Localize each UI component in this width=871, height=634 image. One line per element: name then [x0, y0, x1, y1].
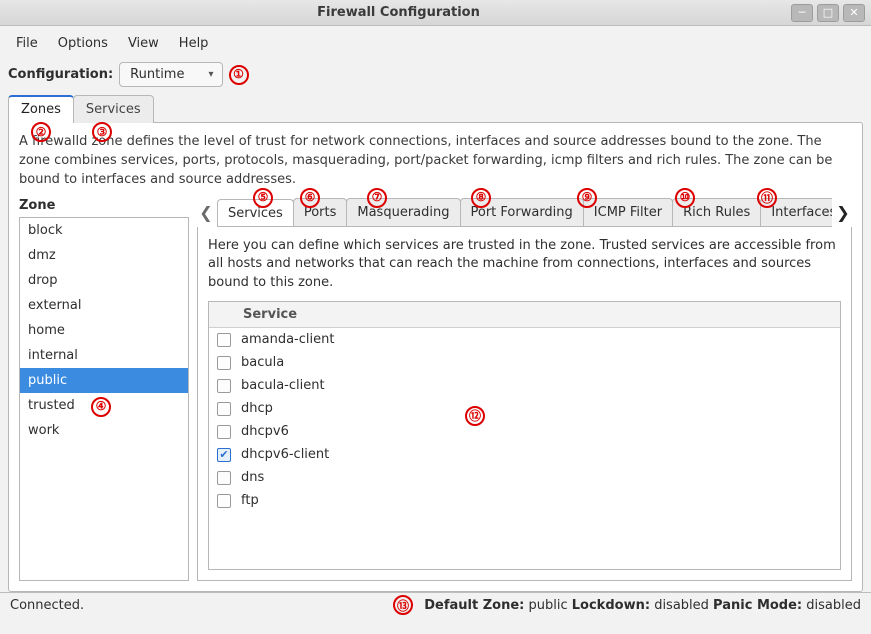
zone-item-public[interactable]: public: [20, 368, 188, 393]
scroll-right-button[interactable]: ❯: [834, 199, 852, 225]
services-column-header: Service: [209, 302, 840, 328]
configuration-row: Configuration: Runtime ▾ ①: [0, 61, 871, 95]
zones-panel: A firewalld zone defines the level of tr…: [8, 122, 863, 592]
zone-item-dmz[interactable]: dmz: [20, 243, 188, 268]
annotation-6: ⑥: [300, 188, 320, 208]
menu-options[interactable]: Options: [50, 32, 116, 55]
service-checkbox[interactable]: [217, 494, 231, 508]
zone-item-work[interactable]: work: [20, 418, 188, 443]
annotation-12: ⑫: [465, 406, 485, 426]
zone-item-internal[interactable]: internal: [20, 343, 188, 368]
service-row[interactable]: dhcpv6: [209, 420, 840, 443]
window-controls: ─ □ ✕: [791, 4, 865, 22]
inner-tab-icmp-filter[interactable]: ICMP Filter: [583, 198, 673, 226]
annotation-10: ⑩: [675, 188, 695, 208]
service-checkbox[interactable]: [217, 379, 231, 393]
annotation-5: ⑤: [253, 188, 273, 208]
service-name: dhcpv6: [241, 424, 289, 439]
zone-item-home[interactable]: home: [20, 318, 188, 343]
service-row[interactable]: bacula: [209, 351, 840, 374]
annotation-1: ①: [229, 65, 249, 85]
zone-detail-section: ❮ Services Ports Masquerading Port Forwa…: [197, 198, 852, 581]
service-name: dns: [241, 470, 264, 485]
status-connected: Connected.: [10, 598, 404, 613]
default-zone-value: public: [529, 598, 568, 613]
zone-item-drop[interactable]: drop: [20, 268, 188, 293]
zone-heading: Zone: [19, 198, 189, 213]
annotation-9: ⑨: [577, 188, 597, 208]
annotation-3: ③: [92, 122, 112, 142]
service-name: bacula: [241, 355, 284, 370]
annotation-4: ④: [91, 397, 111, 417]
annotation-2: ②: [31, 122, 51, 142]
close-button[interactable]: ✕: [843, 4, 865, 22]
service-row[interactable]: bacula-client: [209, 374, 840, 397]
lockdown-value: disabled: [654, 598, 709, 613]
zones-description: A firewalld zone defines the level of tr…: [19, 133, 852, 190]
services-table[interactable]: Service amanda-client bacula bacula-client…: [208, 301, 841, 570]
annotation-8: ⑧: [471, 188, 491, 208]
service-name: ftp: [241, 493, 259, 508]
service-row[interactable]: ftp: [209, 489, 840, 512]
panic-mode-value: disabled: [806, 598, 861, 613]
zone-list-section: Zone blockdmzdropexternalhomeinternalpub…: [19, 198, 189, 581]
configuration-value: Runtime: [130, 67, 184, 82]
chevron-down-icon: ▾: [208, 69, 213, 80]
service-checkbox[interactable]: [217, 333, 231, 347]
service-name: amanda-client: [241, 332, 334, 347]
window-title: Firewall Configuration: [6, 5, 791, 20]
annotation-13: ⑬: [393, 595, 413, 615]
service-checkbox[interactable]: [217, 425, 231, 439]
tab-services[interactable]: Services: [73, 95, 154, 123]
annotation-11: ⑪: [757, 188, 777, 208]
tab-zones[interactable]: Zones: [8, 95, 74, 123]
menu-help[interactable]: Help: [171, 32, 217, 55]
zone-item-block[interactable]: block: [20, 218, 188, 243]
configuration-select[interactable]: Runtime ▾: [119, 62, 222, 87]
minimize-button[interactable]: ─: [791, 4, 813, 22]
service-checkbox[interactable]: ✔: [217, 448, 231, 462]
default-zone-label: Default Zone:: [424, 598, 524, 613]
service-name: dhcp: [241, 401, 273, 416]
inner-tab-masquerading[interactable]: Masquerading: [346, 198, 460, 226]
menu-bar: File Options View Help: [0, 26, 871, 61]
service-checkbox[interactable]: [217, 471, 231, 485]
menu-file[interactable]: File: [8, 32, 46, 55]
service-row[interactable]: amanda-client: [209, 328, 840, 351]
scroll-left-button[interactable]: ❮: [197, 199, 215, 225]
title-bar: Firewall Configuration ─ □ ✕: [0, 0, 871, 26]
service-row[interactable]: dhcp: [209, 397, 840, 420]
panic-mode-label: Panic Mode:: [713, 598, 802, 613]
inner-tabs-row: ❮ Services Ports Masquerading Port Forwa…: [197, 198, 852, 227]
main-tabs: Zones Services: [8, 95, 863, 123]
status-bar: Connected. ⑬ Default Zone: public Lockdo…: [0, 592, 871, 618]
lockdown-label: Lockdown:: [572, 598, 650, 613]
status-right: Default Zone: public Lockdown: disabled …: [424, 598, 861, 613]
main-tab-container: Zones Services ② ③ A firewalld zone defi…: [0, 95, 871, 592]
services-panel: Here you can define which services are t…: [197, 227, 852, 581]
service-row[interactable]: ✔ dhcpv6-client: [209, 443, 840, 466]
configuration-label: Configuration:: [8, 67, 113, 82]
service-row[interactable]: dns: [209, 466, 840, 489]
service-name: bacula-client: [241, 378, 325, 393]
services-description: Here you can define which services are t…: [208, 237, 841, 294]
zone-item-external[interactable]: external: [20, 293, 188, 318]
service-name: dhcpv6-client: [241, 447, 329, 462]
annotation-7: ⑦: [367, 188, 387, 208]
menu-view[interactable]: View: [120, 32, 167, 55]
maximize-button[interactable]: □: [817, 4, 839, 22]
service-checkbox[interactable]: [217, 402, 231, 416]
service-checkbox[interactable]: [217, 356, 231, 370]
